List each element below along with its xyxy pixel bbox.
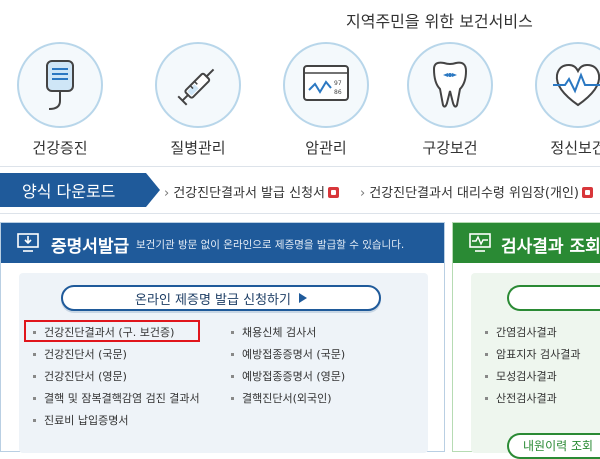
list-item[interactable]: 암표지자 검사결과 bbox=[485, 343, 580, 365]
certificate-title: 증명서발급 bbox=[51, 237, 130, 257]
service-health-promotion[interactable]: 건강증진 bbox=[12, 42, 108, 158]
list-item-label: 건강진단서 (국문) bbox=[44, 348, 127, 361]
results-header: 검사결과 조회 bbox=[453, 223, 600, 263]
service-label: 암관리 bbox=[305, 139, 347, 157]
service-mental-health[interactable]: 정신보건 bbox=[530, 42, 600, 158]
list-item-label: 결핵 및 잠복결핵감염 검진 결과서 bbox=[44, 392, 200, 405]
bullet bbox=[33, 396, 36, 400]
visit-history-button[interactable]: 내원이력 조회 bbox=[507, 433, 600, 459]
online-certificate-apply-button[interactable]: 온라인 제증명 발급 신청하기 bbox=[61, 285, 381, 311]
bullet bbox=[485, 374, 488, 378]
results-lookup-button[interactable] bbox=[507, 285, 600, 311]
list-item-label: 간염검사결과 bbox=[496, 326, 557, 339]
list-item-label: 모성검사결과 bbox=[496, 370, 557, 383]
highlight-box bbox=[24, 320, 200, 342]
form-download-bar: 양식 다운로드 › 건강진단결과서 발급 신청서 › 건강진단결과서 대리수령 위임… bbox=[0, 166, 600, 214]
bullet bbox=[485, 352, 488, 356]
results-list: 간염검사결과 암표지자 검사결과 모성검사결과 산전검사결과 bbox=[485, 321, 580, 409]
download-link[interactable]: › 건강진단결과서 발급 신청서 bbox=[164, 182, 339, 201]
list-item-label: 건강진단서 (영문) bbox=[44, 370, 127, 383]
certificate-list-right: 채용신체 검사서 예방접종증명서 (국문) 예방접종증명서 (영문) 결핵진단서… bbox=[231, 321, 345, 409]
download-link-label: 건강진단결과서 대리수령 위임장(개인) bbox=[369, 186, 579, 201]
list-item[interactable]: 예방접종증명서 (영문) bbox=[231, 365, 345, 387]
list-item-label: 예방접종증명서 (영문) bbox=[242, 370, 346, 383]
service-disease-control[interactable]: 질병관리 bbox=[150, 42, 246, 158]
service-cancer-management[interactable]: 97 86 암관리 bbox=[278, 42, 374, 158]
list-item[interactable]: 진료비 납입증명서 bbox=[33, 409, 200, 431]
hwp-file-icon bbox=[581, 187, 593, 198]
results-panel: 검사결과 조회 간염검사결과 암표지자 검사결과 모성검사결과 산전검사결과 내… bbox=[452, 222, 600, 459]
hwp-file-icon bbox=[328, 187, 339, 198]
certificate-body: 온라인 제증명 발급 신청하기 건강진단결과서 (구. 보건증) 건강진단서 (… bbox=[19, 273, 428, 453]
monitor-download-icon bbox=[17, 233, 39, 252]
bullet bbox=[231, 330, 234, 334]
bullet bbox=[231, 374, 234, 378]
service-label: 정신보건 bbox=[550, 139, 600, 157]
results-body: 간염검사결과 암표지자 검사결과 모성검사결과 산전검사결과 내원이력 조회 bbox=[471, 273, 600, 459]
service-label: 질병관리 bbox=[170, 139, 226, 157]
list-item[interactable]: 모성검사결과 bbox=[485, 365, 580, 387]
list-item[interactable]: 간염검사결과 bbox=[485, 321, 580, 343]
results-title: 검사결과 조회 bbox=[501, 237, 600, 257]
page-title: 지역주민을 위한 보건서비스 bbox=[346, 12, 533, 31]
monitor-pulse-icon bbox=[469, 233, 491, 252]
certificate-header: 증명서발급 보건기관 방문 없이 온라인으로 제증명을 발급할 수 있습니다. bbox=[1, 223, 444, 263]
service-label: 구강보건 bbox=[422, 139, 478, 157]
bullet bbox=[231, 396, 234, 400]
tooth-icon bbox=[432, 61, 468, 108]
list-item-label: 채용신체 검사서 bbox=[242, 326, 317, 339]
form-download-title: 양식 다운로드 bbox=[0, 173, 160, 207]
list-item[interactable]: 예방접종증명서 (국문) bbox=[231, 343, 345, 365]
list-item[interactable]: 결핵진단서(외국인) bbox=[231, 387, 345, 409]
list-item-label: 결핵진단서(외국인) bbox=[242, 392, 332, 405]
syringe-icon bbox=[177, 68, 215, 106]
heart-pulse-icon bbox=[553, 63, 600, 107]
list-item[interactable]: 건강진단서 (국문) bbox=[33, 343, 200, 365]
list-item-label: 산전검사결과 bbox=[496, 392, 557, 405]
list-item-label: 암표지자 검사결과 bbox=[496, 348, 581, 361]
iv-bag-icon bbox=[46, 60, 74, 110]
bullet bbox=[33, 352, 36, 356]
download-link[interactable]: › 건강진단결과서 대리수령 위임장(개인) bbox=[360, 182, 593, 201]
chevron-right-icon: › bbox=[164, 186, 170, 201]
bullet bbox=[231, 352, 234, 356]
svg-text:86: 86 bbox=[334, 89, 342, 96]
bullet bbox=[485, 396, 488, 400]
list-item[interactable]: 건강진단서 (영문) bbox=[33, 365, 200, 387]
list-item-label: 예방접종증명서 (국문) bbox=[242, 348, 346, 361]
monitor-chart-icon: 97 86 bbox=[303, 65, 349, 101]
list-item-label: 진료비 납입증명서 bbox=[44, 414, 129, 427]
triangle-right-icon bbox=[298, 293, 307, 303]
bullet bbox=[485, 330, 488, 334]
bullet bbox=[33, 374, 36, 378]
chevron-right-icon: › bbox=[360, 186, 366, 201]
service-label: 건강증진 bbox=[32, 139, 88, 157]
list-item[interactable]: 채용신체 검사서 bbox=[231, 321, 345, 343]
svg-text:97: 97 bbox=[334, 80, 342, 87]
apply-button-label: 온라인 제증명 발급 신청하기 bbox=[135, 292, 291, 308]
list-item[interactable]: 결핵 및 잠복결핵감염 검진 결과서 bbox=[33, 387, 200, 409]
list-item[interactable]: 산전검사결과 bbox=[485, 387, 580, 409]
download-link-label: 건강진단결과서 발급 신청서 bbox=[173, 186, 325, 201]
bullet bbox=[33, 418, 36, 422]
certificate-description: 보건기관 방문 없이 온라인으로 제증명을 발급할 수 있습니다. bbox=[136, 239, 405, 251]
service-oral-health[interactable]: 구강보건 bbox=[402, 42, 498, 158]
